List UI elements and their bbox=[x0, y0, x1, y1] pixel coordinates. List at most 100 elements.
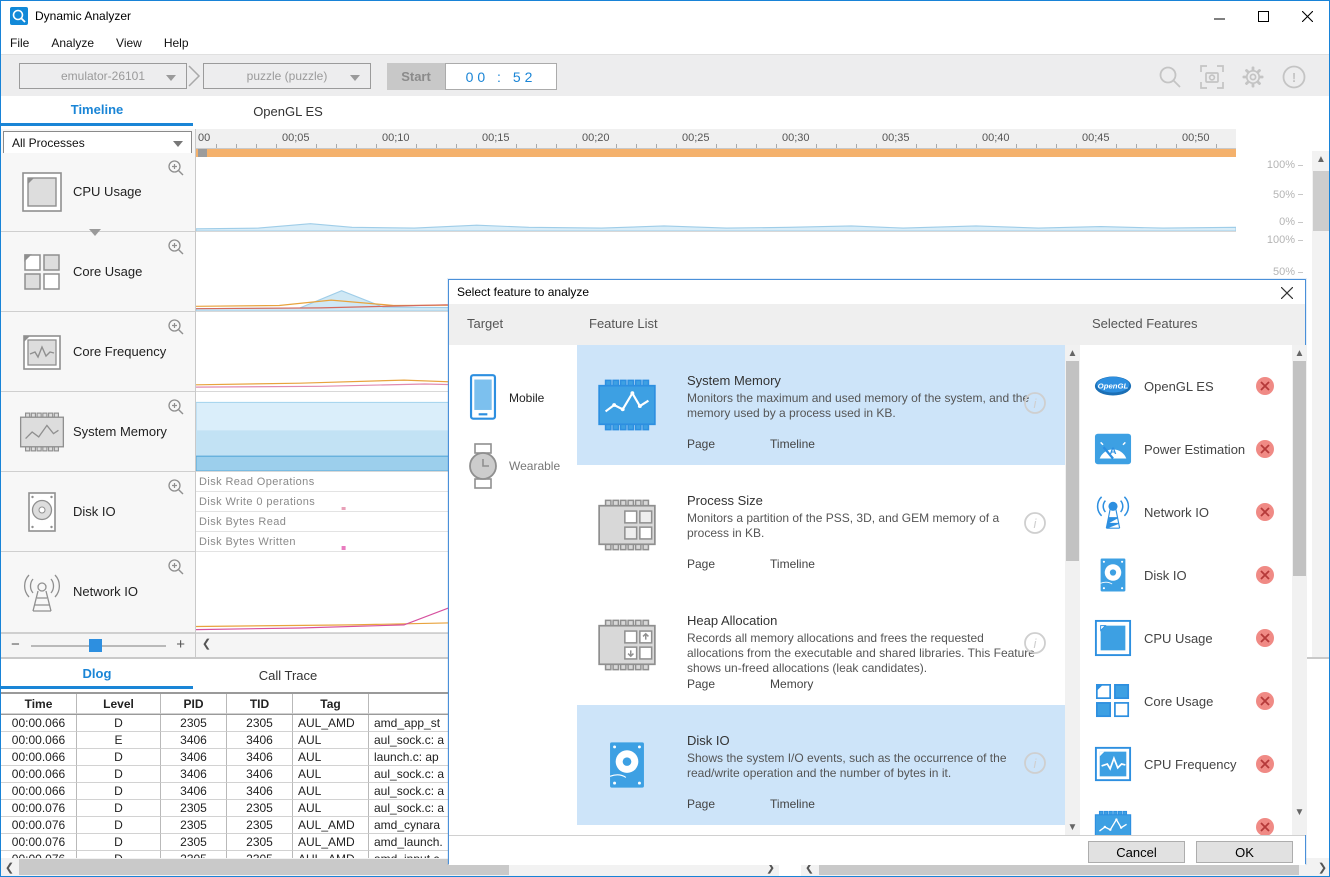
ruler-minor-tick bbox=[556, 144, 557, 148]
sidebar-item-core-frequency[interactable]: Core Frequency bbox=[1, 312, 195, 392]
magnifier-plus-icon[interactable] bbox=[167, 159, 185, 177]
ruler-minor-tick bbox=[516, 144, 517, 148]
tab-dlog[interactable]: Dlog bbox=[1, 661, 193, 689]
settings-gear-icon[interactable] bbox=[1240, 64, 1266, 90]
remove-feature-icon[interactable] bbox=[1256, 377, 1274, 395]
info-icon[interactable]: i bbox=[1023, 511, 1047, 535]
tab-opengl-es[interactable]: OpenGL ES bbox=[193, 96, 383, 126]
tab-call-trace[interactable]: Call Trace bbox=[193, 661, 383, 689]
table-row[interactable]: 00:00.076D23052305AUL_AMDamd_cynara bbox=[1, 817, 471, 834]
magnifier-plus-icon[interactable] bbox=[167, 558, 185, 576]
ok-button[interactable]: OK bbox=[1196, 841, 1293, 863]
selected-features-scrollbar[interactable]: ▲ ▼ bbox=[1292, 345, 1307, 835]
app-select[interactable]: puzzle (puzzle) bbox=[203, 63, 371, 89]
scroll-thumb[interactable] bbox=[1066, 361, 1079, 561]
remove-feature-icon[interactable] bbox=[1256, 440, 1274, 458]
column-header-pid[interactable]: PID bbox=[161, 694, 227, 714]
feature-list-scrollbar[interactable]: ▲ ▼ bbox=[1065, 345, 1080, 835]
menu-file[interactable]: File bbox=[10, 36, 29, 50]
remove-feature-icon[interactable] bbox=[1256, 818, 1274, 835]
remove-feature-icon[interactable] bbox=[1256, 503, 1274, 521]
magnifier-plus-icon[interactable] bbox=[167, 478, 185, 496]
sidebar-item-cpu-usage[interactable]: CPU Usage bbox=[1, 153, 195, 232]
search-icon[interactable] bbox=[1157, 64, 1183, 90]
feature-item-disk-io[interactable]: Disk IO Shows the system I/O events, suc… bbox=[577, 705, 1065, 825]
scroll-up-icon[interactable]: ▲ bbox=[1312, 151, 1330, 168]
info-icon[interactable]: i bbox=[1023, 631, 1047, 655]
remove-feature-icon[interactable] bbox=[1256, 629, 1274, 647]
collapse-arrow-icon[interactable] bbox=[89, 229, 101, 236]
scroll-up-icon[interactable]: ▲ bbox=[1065, 345, 1080, 362]
target-item-wearable[interactable]: Wearable bbox=[449, 433, 577, 499]
column-header-level[interactable]: Level bbox=[77, 694, 161, 714]
about-info-icon[interactable]: ! bbox=[1281, 64, 1307, 90]
table-row[interactable]: 00:00.066D34063406AULaul_sock.c: a bbox=[1, 783, 471, 800]
table-row[interactable]: 00:00.066D34063406AULlaunch.c: ap bbox=[1, 749, 471, 766]
close-button[interactable] bbox=[1285, 1, 1329, 31]
scroll-up-icon[interactable]: ▲ bbox=[1292, 345, 1307, 362]
feature-item-process-size[interactable]: Process Size Monitors a partition of the… bbox=[577, 465, 1065, 585]
table-row[interactable]: 00:00.076D23052305AULaul_sock.c: a bbox=[1, 800, 471, 817]
zoom-slider-handle[interactable] bbox=[89, 639, 102, 652]
time-ruler[interactable]: 0000;0500;1000;1500;2000;2500;3000;3500;… bbox=[196, 129, 1311, 149]
sidebar-item-disk-io[interactable]: Disk IO bbox=[1, 472, 195, 552]
feature-link-timeline[interactable]: Timeline bbox=[770, 437, 815, 451]
remove-feature-icon[interactable] bbox=[1256, 692, 1274, 710]
column-header-tag[interactable]: Tag bbox=[293, 694, 369, 714]
table-row[interactable]: 00:00.066E34063406AULaul_sock.c: a bbox=[1, 732, 471, 749]
sidebar-item-label: Network IO bbox=[73, 584, 138, 599]
table-cell: 00:00.076 bbox=[1, 834, 77, 851]
cpu-usage-chart[interactable] bbox=[196, 157, 1236, 232]
scroll-left-icon[interactable]: ❮ bbox=[198, 634, 215, 652]
target-item-mobile[interactable]: Mobile bbox=[449, 365, 577, 431]
info-icon[interactable]: i bbox=[1023, 751, 1047, 775]
menu-help[interactable]: Help bbox=[164, 36, 189, 50]
dialog-close-icon[interactable] bbox=[1277, 284, 1297, 302]
magnifier-plus-icon[interactable] bbox=[167, 318, 185, 336]
ruler-minor-tick bbox=[676, 144, 677, 148]
zoom-out-button[interactable]: − bbox=[11, 636, 20, 653]
menu-analyze[interactable]: Analyze bbox=[51, 36, 94, 50]
feature-link-timeline[interactable]: Timeline bbox=[770, 557, 815, 571]
feature-link-memory[interactable]: Memory bbox=[770, 677, 813, 691]
feature-item-system-memory[interactable]: System Memory Monitors the maximum and u… bbox=[577, 345, 1065, 465]
process-filter-select[interactable]: All Processes bbox=[3, 131, 192, 154]
column-header-time[interactable]: Time bbox=[1, 694, 77, 714]
ruler-minor-tick bbox=[256, 144, 257, 148]
tab-timeline[interactable]: Timeline bbox=[1, 96, 193, 126]
table-row[interactable]: 00:00.076D23052305AUL_AMDamd_launch. bbox=[1, 834, 471, 851]
info-icon[interactable]: i bbox=[1023, 391, 1047, 415]
hscroll-thumb[interactable] bbox=[19, 859, 509, 875]
table-row[interactable]: 00:00.066D23052305AUL_AMDamd_app_st bbox=[1, 715, 471, 732]
sidebar-item-system-memory[interactable]: System Memory bbox=[1, 392, 195, 472]
scroll-left-icon[interactable]: ❮ bbox=[1, 858, 18, 876]
remove-feature-icon[interactable] bbox=[1256, 755, 1274, 773]
menu-view[interactable]: View bbox=[116, 36, 142, 50]
scroll-down-icon[interactable]: ▼ bbox=[1292, 804, 1307, 821]
feature-link-page[interactable]: Page bbox=[687, 677, 715, 691]
zoom-in-button[interactable]: + bbox=[176, 636, 185, 653]
minimize-button[interactable] bbox=[1197, 1, 1241, 31]
screenshot-icon[interactable] bbox=[1199, 64, 1225, 90]
start-button[interactable]: Start bbox=[387, 63, 445, 90]
table-row[interactable]: 00:00.066D34063406AULaul_sock.c: a bbox=[1, 766, 471, 783]
scroll-right-icon[interactable]: ❯ bbox=[1314, 858, 1330, 876]
cancel-button[interactable]: Cancel bbox=[1088, 841, 1185, 863]
feature-link-timeline[interactable]: Timeline bbox=[770, 797, 815, 811]
magnifier-plus-icon[interactable] bbox=[167, 238, 185, 256]
magnifier-plus-icon[interactable] bbox=[167, 398, 185, 416]
maximize-button[interactable] bbox=[1241, 1, 1285, 31]
feature-link-page[interactable]: Page bbox=[687, 437, 715, 451]
scroll-thumb[interactable] bbox=[1293, 361, 1306, 576]
toolbar: emulator-26101 puzzle (puzzle) Start 00 … bbox=[1, 54, 1329, 96]
vscroll-thumb[interactable] bbox=[1313, 171, 1329, 231]
sidebar-item-core-usage[interactable]: Core Usage bbox=[1, 232, 195, 312]
scroll-down-icon[interactable]: ▼ bbox=[1065, 819, 1080, 836]
device-select[interactable]: emulator-26101 bbox=[19, 63, 187, 89]
remove-feature-icon[interactable] bbox=[1256, 566, 1274, 584]
sidebar-item-network-io[interactable]: Network IO bbox=[1, 552, 195, 633]
column-header-tid[interactable]: TID bbox=[227, 694, 293, 714]
feature-link-page[interactable]: Page bbox=[687, 797, 715, 811]
feature-link-page[interactable]: Page bbox=[687, 557, 715, 571]
feature-item-heap-allocation[interactable]: Heap Allocation Records all memory alloc… bbox=[577, 585, 1065, 705]
